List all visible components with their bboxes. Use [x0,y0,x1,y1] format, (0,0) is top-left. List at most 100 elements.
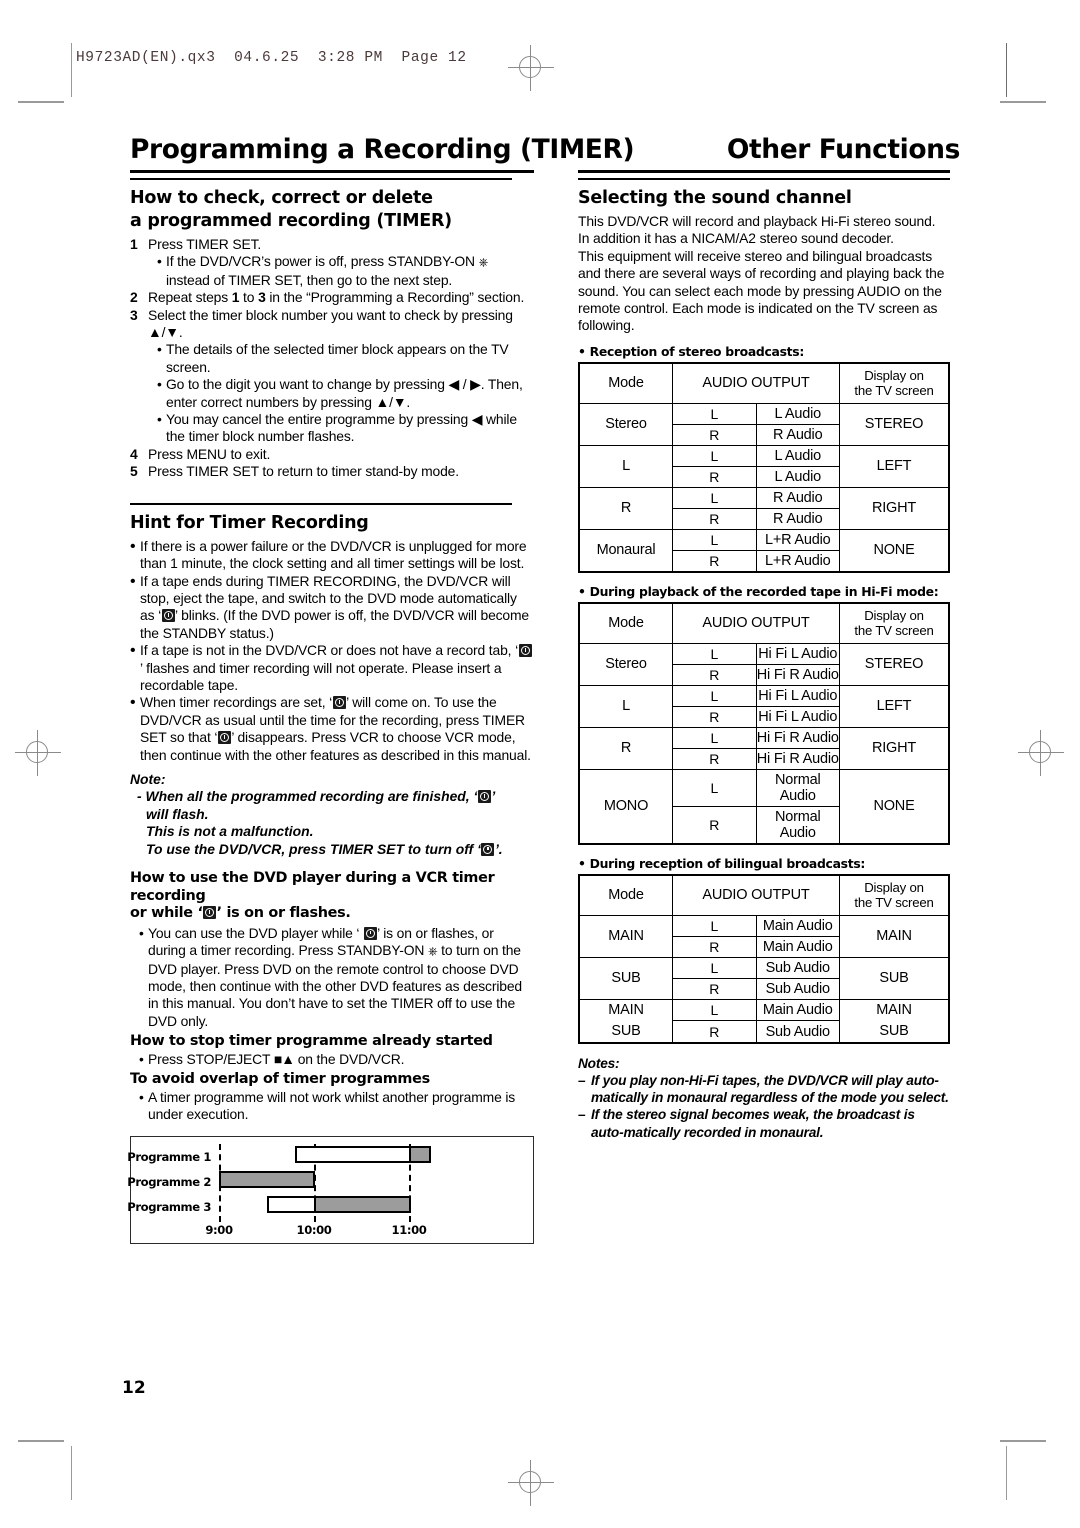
cell-mode: Stereo [578,642,673,686]
cell-mode: Stereo [578,402,673,446]
th-mode: Mode [578,362,673,404]
intro-paragraph-1: This DVD/VCR will record and playback Hi… [578,213,936,247]
note-label: Note: [130,770,166,787]
table-row: SUB R Sub Audio SUB [578,1020,950,1044]
cell-mode: R [578,486,673,530]
crop-mark-bottom-right [1000,1440,1046,1442]
cell-display: STEREO [839,642,950,686]
head-rule-right [578,170,950,173]
timer-clock-icon [217,731,231,745]
step-number: 3 [130,306,138,323]
cell-channel-right: R [672,663,757,686]
section-title-line2: a programmed recording (TIMER) [130,211,452,231]
cell-mode: L [578,684,673,728]
stop-timer-bullet: • Press STOP/EJECT ■▲ on the DVD/VCR. [139,1051,534,1068]
hint-text: If there is a power failure or the DVD/V… [140,537,527,572]
cell-channel-left: L [672,726,757,749]
cell-output-right: Hi Fi R Audio [755,663,840,686]
cell-output-left: Main Audio [755,998,840,1022]
cell-channel-right: R [672,465,757,488]
cell-channel-left: L [672,486,757,509]
cell-display: STEREO [839,402,950,446]
cell-channel-right: R [672,935,757,958]
table-caption-hifi-playback: • During playback of the recorded tape i… [578,583,939,599]
step-bullet: • You may cancel the entire programme by… [157,411,534,446]
th-mode: Mode [578,602,673,644]
timer-clock-icon [481,842,495,856]
timer-clock-icon [332,696,346,710]
hint-bullet: • If there is a power failure or the DVD… [130,538,534,573]
cell-output-right: L Audio [755,465,840,488]
bullet-dot-icon: • [130,572,136,590]
crop-mark-bottom-left [18,1440,64,1442]
crop-mark-bottom-left-v [71,1446,73,1500]
head-rule-left [130,170,534,173]
section-title-selecting-sound-channel: Selecting the sound channel [578,188,852,208]
section-title-line1: How to check, correct or delete [130,188,433,208]
note-text: If the stereo signal becomes weak, the b… [591,1107,915,1140]
timer-clock-icon [518,644,532,658]
bar-programme-2-seg-1 [219,1170,315,1188]
note-body: - When all the programmed recording are … [137,788,503,857]
bullet-text: Press STOP/EJECT ■▲ on the DVD/VCR. [148,1050,405,1067]
axis-tick-10-00: 10:00 [296,1222,332,1237]
hint-text: When timer recordings are set, ‘’ will c… [140,694,531,763]
cell-output-left: L Audio [755,402,840,425]
cell-channel-right: R [672,705,757,728]
step-bullet: • Go to the digit you want to change by … [157,376,534,411]
bullet-dot-icon: • [139,1088,144,1105]
running-head-right: Other Functions [726,134,961,165]
th-mode: Mode [578,874,673,916]
bullet-dot-icon: • [130,642,136,660]
cell-display: RIGHT [839,726,950,770]
cell-channel-left: L [672,402,757,425]
step-item: 4 Press MENU to exit. [130,446,534,463]
step-number: 1 [130,236,138,252]
audio-table-bilingual-reception: Mode AUDIO OUTPUT Display on the TV scre… [578,873,950,1044]
registration-mark-top [508,45,554,91]
cell-output-right: R Audio [755,507,840,530]
crop-mark-top-right [1000,101,1046,103]
right-column: Selecting the sound channel This DVD/VCR… [578,178,950,1141]
step-text: Press TIMER SET. [148,236,262,252]
standby-power-icon: ⎈ [427,944,438,959]
cell-display: LEFT [839,444,950,488]
bullet-dot-icon: • [130,694,136,712]
cell-display: MAIN [839,914,950,958]
table-row: L L Hi Fi L Audio LEFT [578,684,950,728]
registration-mark-bottom [508,1460,554,1506]
step-number: 5 [130,463,138,480]
note-item: – If you play non-Hi-Fi tapes, the DVD/V… [578,1072,950,1106]
diagram-label-programme-3: Programme 3 [127,1199,211,1214]
crop-mark-top-left [18,101,64,103]
page-number: 12 [122,1378,146,1398]
th-display-line2: the TV screen [854,895,934,911]
bullet-dot-icon: • [157,253,162,270]
th-display-line2: the TV screen [854,623,934,639]
step-item: 2 Repeat steps 1 to 3 in the “Programmin… [130,289,534,306]
cell-channel-left: L [672,444,757,467]
cell-output-left: Hi Fi L Audio [755,684,840,707]
section-rule-2 [130,502,512,505]
cell-output-left: Sub Audio [755,956,840,979]
table-header-row: Mode AUDIO OUTPUT Display on the TV scre… [578,602,950,644]
cell-display: LEFT [839,684,950,728]
hint-text: If a tape is not in the DVD/VCR or does … [140,642,534,694]
step-text: Select the timer block number you want t… [148,306,513,341]
audio-table-hifi-playback: Mode AUDIO OUTPUT Display on the TV scre… [578,601,950,845]
left-column: How to check, correct or delete a progra… [127,178,534,1244]
cell-output-right: R Audio [755,423,840,446]
registration-mark-right [1018,730,1064,776]
table-row: MAIN L Main Audio MAIN [578,914,950,958]
cell-channel-left: L [672,528,757,551]
table-row: R L R Audio RIGHT [578,486,950,530]
th-audio-output: AUDIO OUTPUT [672,874,840,916]
bullet-dot-icon: • [139,1050,144,1067]
notes-block: Notes: – If you play non-Hi-Fi tapes, th… [578,1055,950,1141]
th-audio-output: AUDIO OUTPUT [672,362,840,404]
running-head-left: Programming a Recording (TIMER) [130,134,635,165]
hint-bullet: • If a tape is not in the DVD/VCR or doe… [130,642,534,694]
step-number: 2 [130,289,138,306]
th-display-line1: Display on [864,367,924,383]
bullet-dot-icon: • [157,341,162,358]
